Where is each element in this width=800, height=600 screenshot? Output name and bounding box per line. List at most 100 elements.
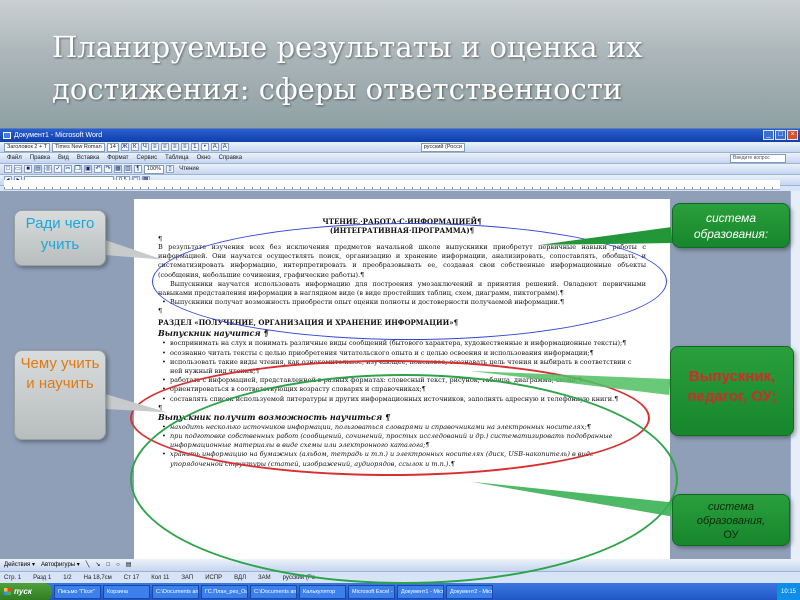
status-trk[interactable]: ИСПР	[205, 572, 222, 583]
align-left-icon[interactable]: ≡	[150, 143, 159, 151]
actions-menu[interactable]: Действия ▾	[4, 559, 35, 571]
system-clock: 10:15	[776, 583, 800, 600]
font-size-select[interactable]: 14	[106, 142, 119, 152]
spelling-icon[interactable]: ✓	[54, 165, 62, 173]
word-titlebar: Документ1 - Microsoft Word _ □ ×	[0, 129, 800, 142]
callout-system-label: система образования,	[696, 501, 766, 527]
document-page[interactable]: ЧТЕНИЕ.·РАБОТА·С·ИНФОРМАЦИЕЙ¶ (ИНТЕГРАТИ…	[134, 199, 670, 571]
status-bar: Стр. 1 Разд 1 1/2 На 18,7см Ст 17 Кол 11…	[0, 571, 800, 583]
minimize-icon[interactable]: _	[763, 130, 774, 140]
taskbar-item[interactable]: C:\Documents and	[152, 585, 199, 599]
menu-table[interactable]: Таблица	[162, 153, 192, 164]
menu-help[interactable]: Справка	[216, 153, 246, 164]
menu-insert[interactable]: Вставка	[74, 153, 102, 164]
taskbar-item[interactable]: Калькулятор	[299, 585, 346, 599]
callout-school-label: ОУ	[723, 529, 739, 541]
font-color-icon[interactable]: A	[220, 143, 229, 151]
list-item: ориентироваться в соответствующих возрас…	[158, 385, 646, 394]
slide-title: Планируемые результаты и оценка их дости…	[52, 30, 643, 106]
status-ext[interactable]: ВДЛ	[234, 572, 246, 583]
drawing-toolbar: Действия ▾ Автофигуры ▾ ╲ ↘ □ ○ ▤	[0, 559, 800, 571]
status-pages: 1/2	[63, 575, 72, 581]
callout-education-system: система образования:	[672, 203, 790, 248]
status-rec[interactable]: ЗАП	[181, 572, 193, 583]
cut-icon[interactable]: ✂	[64, 165, 72, 173]
doc-subheading-2: Выпускник получит возможность научиться …	[158, 411, 391, 422]
doc-paragraph-3: Выпускники получат возможность приобрест…	[158, 298, 646, 307]
paste-icon[interactable]: ▣	[84, 165, 92, 173]
maximize-icon[interactable]: □	[775, 130, 786, 140]
align-right-icon[interactable]: ≡	[170, 143, 179, 151]
menu-window[interactable]: Окно	[194, 153, 214, 164]
bold-icon[interactable]: Ж	[120, 143, 129, 151]
justify-icon[interactable]: ≡	[180, 143, 189, 151]
menu-format[interactable]: Формат	[104, 153, 131, 164]
status-column: Кол 11	[151, 575, 170, 581]
save-icon[interactable]: ■	[24, 165, 32, 173]
taskbar-item[interactable]: C:\Documents and	[250, 585, 297, 599]
menu-file[interactable]: Файл	[4, 153, 25, 164]
underline-icon[interactable]: Ч	[140, 143, 149, 151]
pilcrow-icon[interactable]: ¶	[134, 165, 142, 173]
status-language: русский (Ро	[282, 575, 315, 581]
status-ovr[interactable]: ЗАМ	[258, 572, 271, 583]
menu-bar: Файл Правка Вид Вставка Формат Сервис Та…	[0, 153, 800, 164]
align-center-icon[interactable]: ≡	[160, 143, 169, 151]
help-search-input[interactable]: Введите вопрос	[730, 154, 786, 163]
horizontal-ruler[interactable]	[4, 180, 780, 190]
language-select[interactable]: русский (Росси	[420, 142, 465, 152]
list-item: осознанно читать тексты с целью приобрет…	[158, 349, 646, 358]
zoom-select[interactable]: 100%	[144, 164, 165, 174]
menu-edit[interactable]: Правка	[27, 153, 53, 164]
doc-heading-1: ЧТЕНИЕ.·РАБОТА·С·ИНФОРМАЦИЕЙ¶	[322, 217, 482, 226]
textbox-icon[interactable]: ▤	[126, 559, 132, 571]
style-select[interactable]: Заголовок 2 + Т	[4, 142, 51, 152]
preview-icon[interactable]: ◎	[44, 165, 52, 173]
rectangle-icon[interactable]: □	[106, 559, 110, 571]
copy-icon[interactable]: ❐	[74, 165, 82, 173]
taskbar-item[interactable]: ГС.План_рез_Оцен	[201, 585, 248, 599]
font-select[interactable]: Times New Roman	[52, 142, 105, 152]
taskbar-item[interactable]: Документ2 - Micros	[446, 585, 493, 599]
redo-icon[interactable]: ↷	[104, 165, 112, 173]
taskbar-item[interactable]: Microsoft Excel - 01	[348, 585, 395, 599]
empty-paragraph: ¶	[158, 235, 163, 243]
oval-icon[interactable]: ○	[116, 559, 120, 571]
taskbar-item[interactable]: Письмо "Поэт"	[54, 585, 101, 599]
reading-icon[interactable]: ▯	[166, 165, 175, 173]
status-line: Ст 17	[123, 575, 140, 581]
line-icon[interactable]: ╲	[86, 559, 90, 571]
taskbar-item[interactable]: Документ1 - Micros	[397, 585, 444, 599]
empty-paragraph: ¶	[158, 403, 163, 412]
open-icon[interactable]: ▭	[14, 165, 22, 173]
list-item: использовать такие виды чтения, как озна…	[158, 358, 646, 376]
callout-what: Чему учить и научить	[14, 350, 106, 440]
print-icon[interactable]: ▤	[34, 165, 42, 173]
italic-icon[interactable]: К	[130, 143, 139, 151]
reading-button[interactable]: Чтение	[176, 164, 202, 175]
doc-paragraph-1: В результате изучения всех без исключени…	[158, 243, 646, 279]
list-item: составлять список используемой литератур…	[158, 395, 646, 404]
callout-system-school: система образования, ОУ	[672, 494, 790, 546]
numbering-icon[interactable]: 1	[190, 143, 199, 151]
menu-view[interactable]: Вид	[55, 153, 72, 164]
undo-icon[interactable]: ↶	[94, 165, 102, 173]
doc-subheading-1: Выпускник научится ¶	[158, 328, 269, 339]
menu-tools[interactable]: Сервис	[134, 153, 161, 164]
list-item: воспринимать на слух и понимать различны…	[158, 339, 646, 348]
autoshapes-menu[interactable]: Автофигуры ▾	[41, 559, 80, 571]
arrow-icon[interactable]: ↘	[95, 559, 100, 571]
columns-icon[interactable]: ▥	[124, 165, 132, 173]
highlight-icon[interactable]: A	[210, 143, 219, 151]
taskbar-item[interactable]: Корзина	[103, 585, 150, 599]
status-section: Разд 1	[33, 575, 52, 581]
doc-heading-2: (ИНТЕГРАТИВНАЯ·ПРОГРАММА)¶	[329, 226, 475, 235]
start-button[interactable]: пуск	[0, 583, 52, 600]
table-icon[interactable]: ▦	[114, 165, 122, 173]
doc-section-heading: РАЗДЕЛ «ПОЛУЧЕНИЕ, ОРГАНИЗАЦИЯ И ХРАНЕНИ…	[158, 318, 459, 328]
close-icon[interactable]: ×	[787, 130, 798, 140]
doc-paragraph-2: Выпускники научатся использовать информа…	[158, 279, 646, 298]
new-doc-icon[interactable]: □	[4, 165, 12, 173]
bullets-icon[interactable]: •	[200, 143, 209, 151]
window-title: Документ1 - Microsoft Word	[14, 132, 103, 139]
